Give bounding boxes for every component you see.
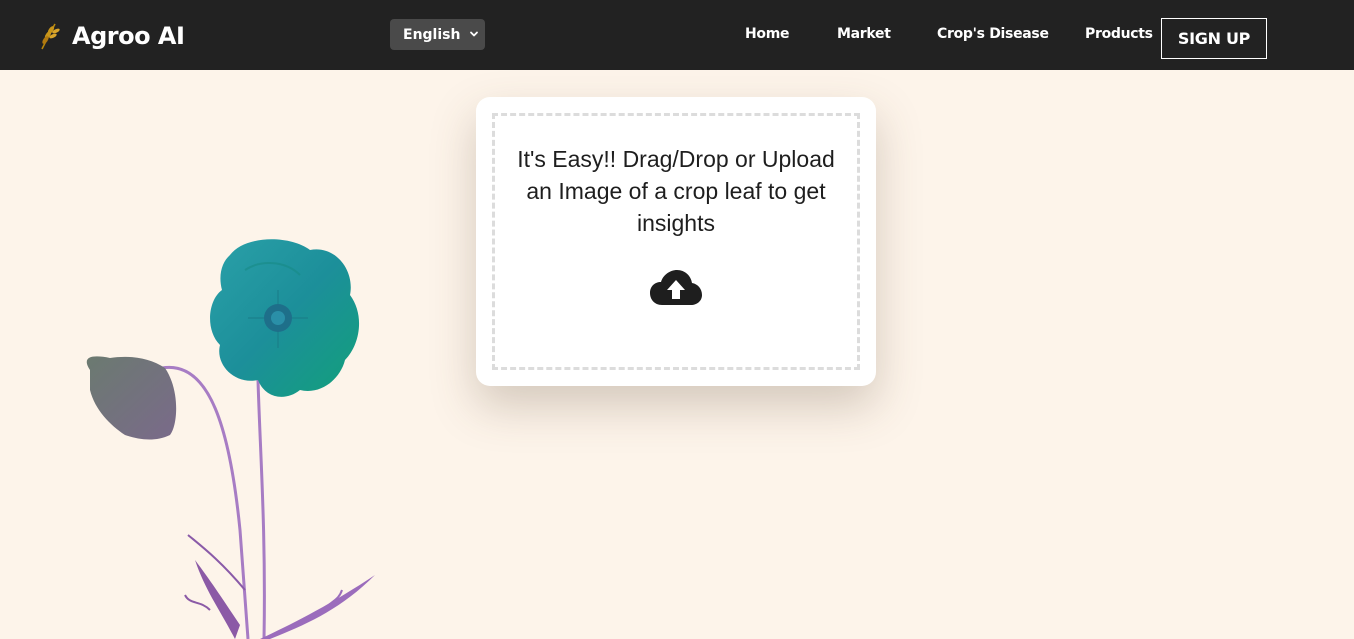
language-selected: English [403, 26, 461, 43]
wheat-logo-icon [41, 23, 60, 50]
cloud-upload-icon[interactable] [650, 270, 702, 306]
nav-products[interactable]: Products [1085, 26, 1153, 42]
top-navbar: Agroo AI English Home Market Crop's Dise… [0, 0, 1354, 70]
nav-market[interactable]: Market [837, 26, 891, 42]
poppy-illustration [86, 239, 375, 639]
upload-instructions: It's Easy!! Drag/Drop or Upload an Image… [517, 146, 835, 236]
upload-card: It's Easy!! Drag/Drop or Upload an Image… [476, 97, 876, 386]
image-drop-zone[interactable]: It's Easy!! Drag/Drop or Upload an Image… [492, 113, 860, 370]
chevron-down-icon [470, 31, 478, 37]
brand-name: Agroo AI [72, 22, 185, 50]
signup-button[interactable]: SIGN UP [1161, 18, 1267, 59]
language-select[interactable]: English [390, 19, 485, 50]
nav-crops-disease[interactable]: Crop's Disease [937, 26, 1049, 42]
brand-link[interactable]: Agroo AI [36, 17, 185, 55]
nav-home[interactable]: Home [745, 26, 790, 42]
